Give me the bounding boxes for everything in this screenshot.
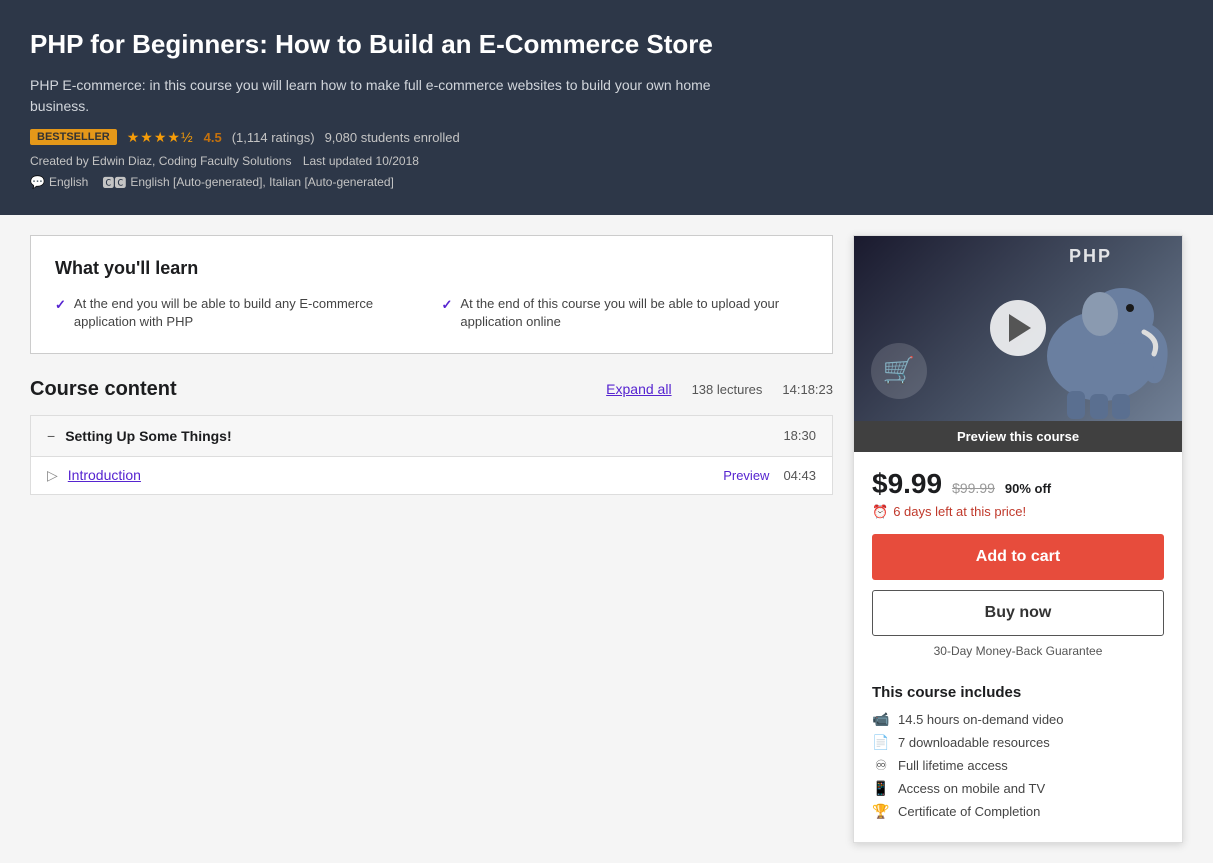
chat-icon: 💬 — [30, 175, 45, 189]
meta-row: Created by Edwin Diaz, Coding Faculty So… — [30, 154, 806, 168]
includes-item-video: 📹 14.5 hours on-demand video — [872, 711, 1164, 728]
header-left: PHP for Beginners: How to Build an E-Com… — [30, 28, 830, 191]
section-row-header: − Setting Up Some Things! — [47, 428, 232, 444]
timer-icon: ⏰ — [872, 504, 888, 520]
lectures-count: 138 lectures — [692, 382, 763, 397]
includes-section: This course includes 📹 14.5 hours on-dem… — [854, 684, 1182, 842]
buy-now-button[interactable]: Buy now — [872, 590, 1164, 636]
includes-video-text: 14.5 hours on-demand video — [898, 712, 1064, 727]
rating-row: BESTSELLER ★★★★½ 4.5 (1,114 ratings) 9,0… — [30, 129, 806, 146]
learn-item-1: ✓ At the end you will be able to build a… — [55, 295, 422, 331]
body-right: 🛒 PHP Preview this course $9.99 $99.99 9… — [853, 235, 1183, 843]
content-header: Course content Expand all 138 lectures 1… — [30, 378, 833, 401]
lecture-preview-button[interactable]: Preview — [723, 468, 769, 483]
lecture-time: 04:43 — [783, 468, 816, 483]
shopping-cart-icon: 🛒 — [869, 341, 929, 401]
section-name: Setting Up Some Things! — [65, 428, 231, 444]
language-text: English — [49, 175, 88, 189]
section-time: 18:30 — [783, 428, 816, 443]
duration: 14:18:23 — [782, 382, 833, 397]
play-button[interactable] — [990, 300, 1046, 356]
mobile-icon: 📱 — [872, 780, 890, 797]
check-icon-2: ✓ — [442, 296, 453, 314]
captions-text: English [Auto-generated], Italian [Auto-… — [130, 175, 394, 189]
price-section: $9.99 $99.99 90% off ⏰ 6 days left at th… — [854, 452, 1182, 684]
last-updated: Last updated 10/2018 — [303, 154, 419, 168]
students-count: 9,080 students enrolled — [325, 130, 460, 145]
preview-label[interactable]: Preview this course — [854, 421, 1182, 452]
lecture-name[interactable]: Introduction — [68, 467, 141, 483]
download-icon: 📄 — [872, 734, 890, 751]
check-icon-1: ✓ — [55, 296, 66, 314]
created-by: Created by Edwin Diaz, Coding Faculty So… — [30, 154, 291, 168]
cc-icon: 🅲🅲 — [102, 174, 126, 191]
course-subtitle: PHP E-commerce: in this course you will … — [30, 75, 770, 117]
stars-icon: ★★★★½ — [127, 129, 194, 146]
includes-lifetime-text: Full lifetime access — [898, 758, 1008, 773]
preview-thumbnail[interactable]: 🛒 PHP — [854, 236, 1182, 421]
timer-text: 6 days left at this price! — [893, 504, 1026, 519]
php-label: PHP — [1069, 246, 1112, 267]
includes-item-certificate: 🏆 Certificate of Completion — [872, 803, 1164, 820]
language-item: 💬 English — [30, 175, 88, 189]
section-row[interactable]: − Setting Up Some Things! 18:30 — [30, 415, 833, 457]
discount-percent: 90% off — [1005, 481, 1051, 496]
header-section: PHP for Beginners: How to Build an E-Com… — [0, 0, 1213, 215]
body-wrapper: What you'll learn ✓ At the end you will … — [0, 215, 1213, 863]
add-to-cart-button[interactable]: Add to cart — [872, 534, 1164, 580]
includes-mobile-text: Access on mobile and TV — [898, 781, 1045, 796]
learn-box: What you'll learn ✓ At the end you will … — [30, 235, 833, 354]
content-meta: Expand all 138 lectures 14:18:23 — [606, 381, 833, 397]
current-price: $9.99 — [872, 468, 942, 500]
timer-row: ⏰ 6 days left at this price! — [872, 504, 1164, 520]
original-price: $99.99 — [952, 480, 995, 496]
video-icon: 📹 — [872, 711, 890, 728]
bestseller-badge: BESTSELLER — [30, 129, 117, 145]
learn-text-1: At the end you will be able to build any… — [74, 295, 422, 331]
learn-text-2: At the end of this course you will be ab… — [460, 295, 808, 331]
includes-resources-text: 7 downloadable resources — [898, 735, 1050, 750]
course-title: PHP for Beginners: How to Build an E-Com… — [30, 28, 806, 61]
price-row: $9.99 $99.99 90% off — [872, 468, 1164, 500]
lang-row: 💬 English 🅲🅲 English [Auto-generated], I… — [30, 174, 806, 191]
includes-item-lifetime: ♾ Full lifetime access — [872, 757, 1164, 774]
learn-grid: ✓ At the end you will be able to build a… — [55, 295, 808, 331]
includes-item-mobile: 📱 Access on mobile and TV — [872, 780, 1164, 797]
svg-text:🛒: 🛒 — [883, 355, 915, 385]
rating-count: (1,114 ratings) — [232, 130, 315, 145]
learn-item-2: ✓ At the end of this course you will be … — [442, 295, 809, 331]
lecture-right: Preview 04:43 — [723, 468, 816, 483]
content-title: Course content — [30, 378, 177, 401]
infinity-icon: ♾ — [872, 757, 890, 774]
includes-item-resources: 📄 7 downloadable resources — [872, 734, 1164, 751]
guarantee-text: 30-Day Money-Back Guarantee — [872, 644, 1164, 658]
expand-all-button[interactable]: Expand all — [606, 381, 671, 397]
play-triangle-icon — [1009, 314, 1031, 342]
course-content-section: Course content Expand all 138 lectures 1… — [30, 378, 833, 495]
preview-card: 🛒 PHP Preview this course $9.99 $99.99 9… — [853, 235, 1183, 843]
play-circle-icon: ▷ — [47, 467, 58, 484]
rating-value: 4.5 — [204, 130, 222, 145]
captions-item: 🅲🅲 English [Auto-generated], Italian [Au… — [102, 174, 394, 191]
lecture-row: ▷ Introduction Preview 04:43 — [30, 457, 833, 495]
lecture-left: ▷ Introduction — [47, 467, 141, 484]
includes-list: 📹 14.5 hours on-demand video 📄 7 downloa… — [872, 711, 1164, 820]
collapse-icon[interactable]: − — [47, 428, 55, 444]
includes-certificate-text: Certificate of Completion — [898, 804, 1040, 819]
includes-title: This course includes — [872, 684, 1164, 701]
body-left: What you'll learn ✓ At the end you will … — [30, 235, 833, 511]
certificate-icon: 🏆 — [872, 803, 890, 820]
learn-title: What you'll learn — [55, 258, 808, 279]
